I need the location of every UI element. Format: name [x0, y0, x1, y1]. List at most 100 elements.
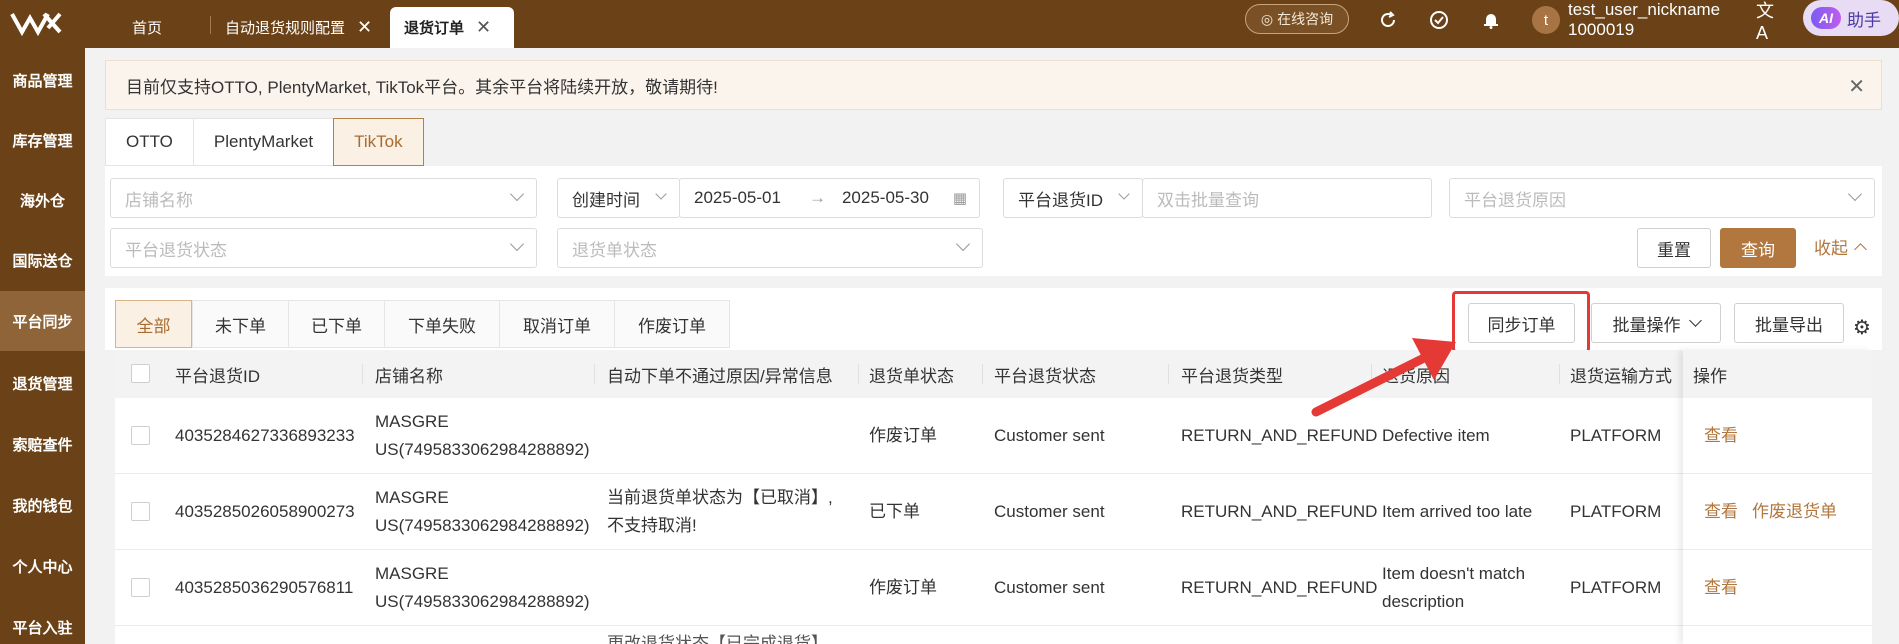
- translate-icon[interactable]: 文A: [1756, 1, 1778, 43]
- store-select-placeholder: 店铺名称: [125, 190, 193, 210]
- refresh-icon[interactable]: [1377, 9, 1399, 31]
- sidebar-item-personal-center[interactable]: 个人中心: [0, 536, 85, 596]
- col-error-info: 自动下单不通过原因/异常信息: [607, 366, 833, 386]
- notice-banner: 目前仅支持OTTO, PlentyMarket, TikTok平台。其余平台将陆…: [105, 60, 1882, 110]
- sidebar-item-overseas-warehouse[interactable]: 海外仓: [0, 170, 85, 230]
- tab-tiktok[interactable]: TikTok: [333, 118, 424, 166]
- col-return-status: 退货单状态: [869, 366, 954, 386]
- sidebar-item-claims[interactable]: 索赔查件: [0, 414, 85, 474]
- sidebar-item-platform-onboarding[interactable]: 平台入驻: [0, 597, 85, 644]
- column-divider: [858, 364, 859, 384]
- batch-export-button[interactable]: 批量导出: [1734, 303, 1844, 343]
- cell-error-line1: 当前退货单状态为【已取消】,: [607, 488, 833, 507]
- sidebar-item-inventory-management[interactable]: 库存管理: [0, 110, 85, 170]
- void-return-link[interactable]: 作废退货单: [1752, 498, 1837, 526]
- cell-return-type: RETURN_AND_REFUND: [1181, 578, 1378, 597]
- batch-operations-button[interactable]: 批量操作: [1591, 303, 1721, 343]
- sidebar-item-return-management[interactable]: 退货管理: [0, 353, 85, 413]
- cell-error-info: 更改退货状态【已完成退货】: [607, 634, 828, 644]
- sidebar-item-wallet[interactable]: 我的钱包: [0, 475, 85, 535]
- search-button[interactable]: 查询: [1720, 228, 1796, 268]
- id-type-label: 平台退货ID: [1018, 190, 1103, 210]
- batch-id-input[interactable]: 双击批量查询: [1142, 178, 1432, 218]
- close-icon[interactable]: ✕: [476, 17, 491, 38]
- reset-button[interactable]: 重置: [1637, 228, 1711, 268]
- top-bar: 首页 自动退货规则配置 ✕ 退货订单 ✕ ◎ 在线咨询 t test_user_…: [0, 0, 1899, 48]
- row-checkbox[interactable]: [131, 578, 150, 597]
- tab-plentymarket[interactable]: PlentyMarket: [192, 118, 335, 166]
- sidebar-item-platform-sync[interactable]: 平台同步: [0, 291, 85, 351]
- tab-voided[interactable]: 作废订单: [614, 300, 730, 348]
- ai-badge-icon: AI: [1811, 7, 1841, 29]
- return-orders-table: 平台退货ID 店铺名称 自动下单不通过原因/异常信息 退货单状态 平台退货状态 …: [115, 350, 1872, 644]
- view-link[interactable]: 查看: [1704, 574, 1738, 602]
- return-reason-select[interactable]: 平台退货原因: [1449, 178, 1875, 218]
- tab-all[interactable]: 全部: [115, 300, 192, 348]
- sidebar-item-product-management[interactable]: 商品管理: [0, 50, 85, 110]
- arrow-right-icon: →: [808, 188, 826, 207]
- col-shipping-method: 退货运输方式: [1570, 366, 1672, 386]
- date-type-select[interactable]: 创建时间: [557, 178, 680, 218]
- cell-store-line2: US(7495833062984288892): [375, 516, 590, 535]
- date-range-picker[interactable]: 2025-05-01 → 2025-05-30 ▦: [679, 178, 980, 218]
- table-row: 4035285026058900273 MASGRE US(7495833062…: [115, 474, 1872, 550]
- bell-icon[interactable]: [1480, 9, 1502, 31]
- platform-status-select[interactable]: 平台退货状态: [110, 228, 537, 268]
- tab-ordered[interactable]: 已下单: [288, 300, 385, 348]
- collapse-label: 收起: [1814, 239, 1848, 258]
- username[interactable]: test_user_nickname 1000019: [1568, 0, 1720, 40]
- cell-store-line1: MASGRE: [375, 564, 449, 583]
- batch-id-placeholder: 双击批量查询: [1157, 190, 1259, 210]
- date-type-label: 创建时间: [572, 190, 640, 210]
- tab-otto[interactable]: OTTO: [105, 118, 194, 166]
- chevron-down-icon: [509, 186, 525, 202]
- return-reason-placeholder: 平台退货原因: [1464, 190, 1566, 210]
- gear-icon[interactable]: ⚙: [1853, 315, 1871, 340]
- sidebar: 商品管理 库存管理 海外仓 国际送仓 平台同步 退货管理 索赔查件 我的钱包 个…: [0, 48, 85, 644]
- select-all-checkbox[interactable]: [131, 364, 150, 383]
- cell-store-name: MASGRE US(7495833062984288892): [375, 408, 590, 464]
- tab-order-failed[interactable]: 下单失败: [384, 300, 500, 348]
- cell-platform-status: Customer sent: [994, 426, 1105, 445]
- tab-home[interactable]: 首页: [132, 7, 162, 48]
- collapse-toggle[interactable]: 收起: [1814, 234, 1867, 259]
- cell-platform-status: Customer sent: [994, 502, 1105, 521]
- avatar[interactable]: t: [1532, 6, 1560, 34]
- col-actions: 操作: [1693, 366, 1727, 386]
- cell-error-line2: 不支持取消!: [607, 516, 697, 535]
- table-header: 平台退货ID 店铺名称 自动下单不通过原因/异常信息 退货单状态 平台退货状态 …: [115, 350, 1872, 398]
- cell-return-id: 4035285036290576811: [175, 578, 354, 597]
- sidebar-item-international-delivery[interactable]: 国际送仓: [0, 230, 85, 290]
- table-row: 更改退货状态【已完成退货】: [115, 626, 1872, 644]
- tab-return-orders[interactable]: 退货订单 ✕: [390, 7, 514, 48]
- column-divider: [594, 364, 595, 384]
- store-select[interactable]: 店铺名称: [110, 178, 537, 218]
- badge-icon[interactable]: [1428, 9, 1450, 31]
- id-type-select[interactable]: 平台退货ID: [1003, 178, 1143, 218]
- row-checkbox[interactable]: [131, 426, 150, 445]
- return-status-select[interactable]: 退货单状态: [557, 228, 983, 268]
- online-consult-button[interactable]: ◎ 在线咨询: [1245, 4, 1349, 34]
- column-divider: [1559, 364, 1560, 384]
- cell-return-status: 作废订单: [869, 426, 937, 445]
- tab-cancelled[interactable]: 取消订单: [499, 300, 615, 348]
- close-icon[interactable]: ✕: [357, 17, 372, 38]
- cell-error-info: 当前退货单状态为【已取消】, 不支持取消!: [607, 484, 833, 540]
- col-platform-return-id: 平台退货ID: [175, 366, 260, 386]
- view-link[interactable]: 查看: [1704, 498, 1738, 526]
- view-link[interactable]: 查看: [1704, 422, 1738, 450]
- tab-not-ordered[interactable]: 未下单: [192, 300, 289, 348]
- cell-store-line2: US(7495833062984288892): [375, 440, 590, 459]
- chevron-down-icon: [1688, 314, 1702, 327]
- tab-return-orders-label: 退货订单: [404, 20, 465, 37]
- close-icon[interactable]: ✕: [1848, 74, 1865, 99]
- tab-auto-return-rules[interactable]: 自动退货规则配置 ✕: [225, 7, 372, 48]
- row-checkbox[interactable]: [131, 502, 150, 521]
- ai-assistant-label: 助手: [1847, 10, 1881, 30]
- return-status-placeholder: 退货单状态: [572, 240, 657, 260]
- cell-return-reason: Item doesn't match description: [1382, 560, 1525, 616]
- ai-assistant-button[interactable]: AI 助手: [1803, 0, 1899, 36]
- annotation-arrow-icon: [1311, 338, 1456, 417]
- cell-shipping: PLATFORM: [1570, 426, 1662, 445]
- logo-icon[interactable]: [8, 8, 68, 38]
